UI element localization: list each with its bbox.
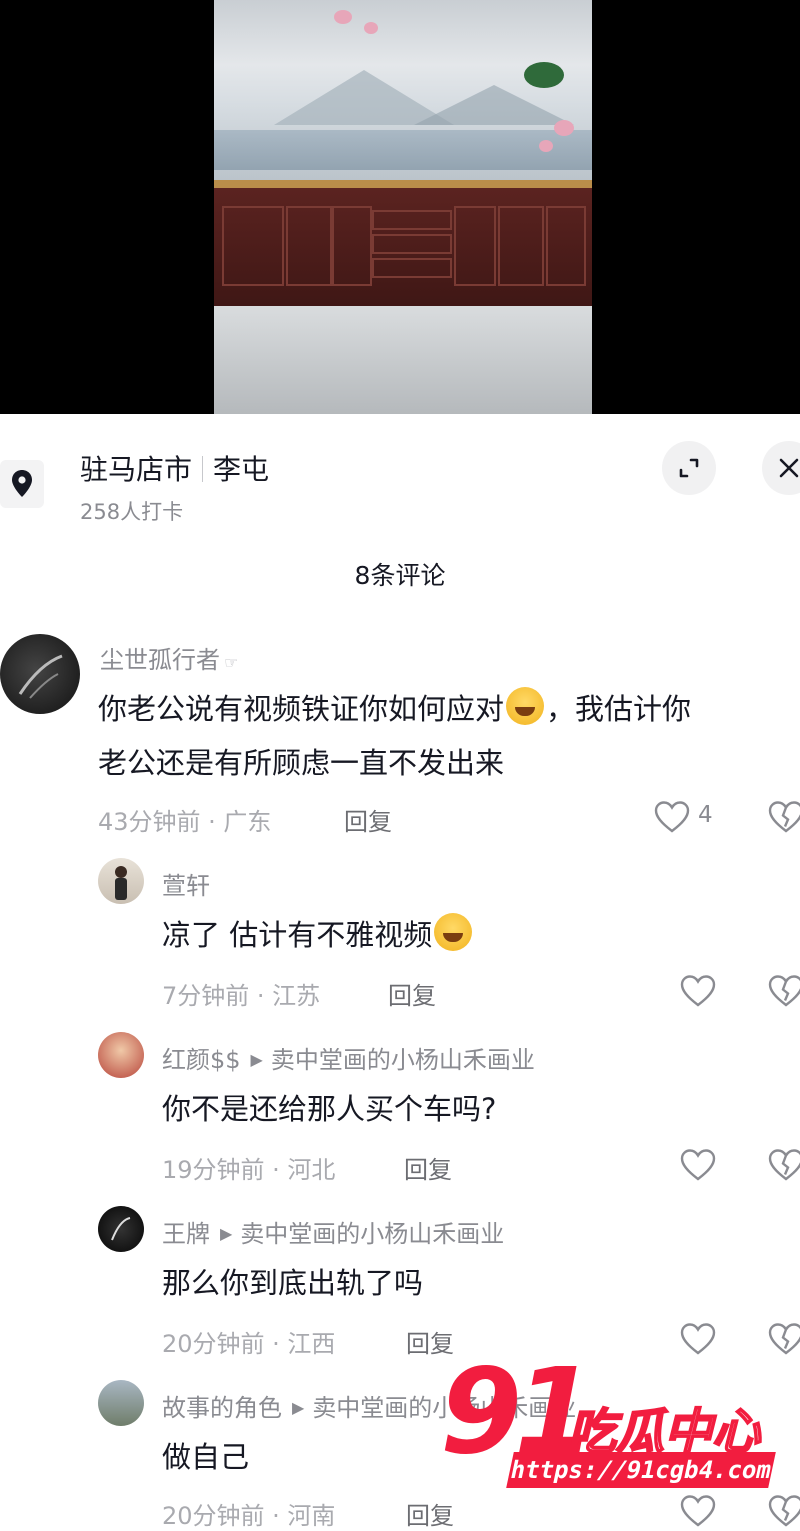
broken-heart-icon[interactable] (768, 974, 800, 1008)
reply-target: 卖中堂画的小杨山禾画业 (240, 1220, 505, 1248)
broken-heart-icon[interactable] (768, 1494, 800, 1528)
reply-button[interactable]: 回复 (344, 802, 392, 837)
location-separator (202, 456, 204, 482)
comment-count: 8条评论 (354, 561, 446, 590)
comment-text: 做自己 (162, 1440, 250, 1474)
watermark-url: https://91cgb4.com (506, 1452, 776, 1488)
avatar[interactable] (0, 634, 80, 714)
comment-meta: 19分钟前 · 河北 (162, 1156, 336, 1184)
crying-laughing-emoji (434, 913, 473, 951)
comment-author[interactable]: 萱轩 (162, 866, 210, 901)
location-city: 驻马店市 (80, 453, 193, 486)
video-frame (214, 0, 592, 414)
reply-arrow-icon: ▶ (250, 1050, 263, 1069)
heart-icon[interactable] (680, 1148, 716, 1182)
broken-heart-icon[interactable] (768, 1322, 800, 1356)
comment-text-line2: 老公还是有所顾虑一直不发出来 (98, 746, 505, 780)
heart-icon[interactable] (654, 800, 690, 834)
heart-icon[interactable] (680, 1494, 716, 1528)
checkin-count: 258人打卡 (80, 500, 184, 524)
broken-heart-icon[interactable] (768, 800, 800, 834)
cabinet (214, 188, 592, 306)
comment-author[interactable]: 尘世孤行者 ☞ (100, 640, 238, 675)
avatar[interactable] (98, 1032, 144, 1078)
comment-meta: 43分钟前 · 广东 (98, 808, 272, 836)
comment-meta: 20分钟前 · 河南 (162, 1502, 336, 1530)
reply-arrow-icon: ▶ (220, 1224, 233, 1243)
comment-text: 你不是还给那人买个车吗? (162, 1092, 497, 1126)
floor (214, 306, 592, 414)
location-pin-icon (0, 460, 44, 508)
comment-text: 那么你到底出轨了吗 (162, 1266, 424, 1300)
reply-button[interactable]: 回复 (404, 1150, 452, 1185)
comment-meta: 20分钟前 · 江西 (162, 1330, 336, 1358)
comment-author[interactable]: 王牌 ▶ 卖中堂画的小杨山禾画业 (162, 1214, 504, 1249)
heart-icon[interactable] (680, 1322, 716, 1356)
comment-author[interactable]: 红颜$$ ▶ 卖中堂画的小杨山禾画业 (162, 1040, 535, 1075)
reply-arrow-icon: ▶ (292, 1398, 305, 1417)
reply-button[interactable]: 回复 (406, 1496, 454, 1531)
landscape-mural (214, 0, 592, 188)
avatar[interactable] (98, 1380, 144, 1426)
close-icon (779, 458, 799, 478)
heart-icon[interactable] (680, 974, 716, 1008)
location-title[interactable]: 驻马店市 李屯 (80, 448, 269, 488)
avatar[interactable] (98, 858, 144, 904)
comment-text: 你老公说有视频铁证你如何应对 ，我估计你 (98, 682, 691, 736)
close-button[interactable] (762, 441, 800, 495)
expand-icon (679, 458, 699, 478)
comment-text: 凉了 估计有不雅视频 (162, 908, 474, 962)
avatar[interactable] (98, 1206, 144, 1252)
broken-heart-icon[interactable] (768, 1148, 800, 1182)
reply-target: 卖中堂画的小杨山禾画业 (270, 1046, 535, 1074)
location-place: 李屯 (213, 453, 270, 486)
like-count: 4 (698, 802, 713, 828)
comment-meta: 7分钟前 · 江苏 (162, 982, 321, 1010)
expand-button[interactable] (662, 441, 716, 495)
video-player[interactable] (0, 0, 800, 414)
grin-sweat-emoji (506, 687, 545, 725)
reply-button[interactable]: 回复 (388, 976, 436, 1011)
